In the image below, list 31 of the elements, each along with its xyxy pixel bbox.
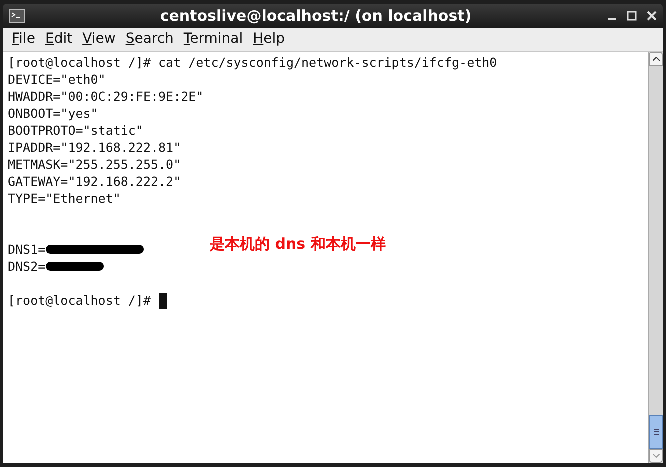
caret-up-icon bbox=[652, 57, 660, 61]
menu-item[interactable]: Terminal bbox=[178, 29, 248, 50]
terminal-line: [root@localhost /]# cat /etc/sysconfig/network-scripts/ifcfg-eth0 bbox=[8, 54, 498, 71]
terminal-line: DNS1= bbox=[8, 241, 46, 258]
menu-item[interactable]: View bbox=[78, 29, 121, 50]
terminal-line: BOOTPROTO="static" bbox=[8, 122, 144, 139]
shell-prompt: [root@localhost /]# bbox=[8, 292, 151, 309]
terminal-line: DEVICE="eth0" bbox=[8, 71, 106, 88]
scroll-up-button[interactable] bbox=[649, 52, 663, 66]
terminal-icon bbox=[9, 9, 25, 23]
grip-icon bbox=[654, 429, 658, 435]
terminal-line: DNS2= bbox=[8, 258, 46, 275]
terminal-line: IPADDR="192.168.222.81" bbox=[8, 139, 182, 156]
terminal-line: GATEWAY="192.168.222.2" bbox=[8, 173, 182, 190]
scrollbar[interactable] bbox=[648, 52, 663, 463]
terminal-line: HWADDR="00:0C:29:FE:9E:2E" bbox=[8, 88, 204, 105]
menu-item[interactable]: Search bbox=[120, 29, 179, 50]
menu-item[interactable]: Help bbox=[248, 29, 290, 50]
maximize-icon[interactable] bbox=[627, 11, 637, 21]
scroll-down-button[interactable] bbox=[649, 449, 663, 463]
redaction-mark bbox=[46, 262, 104, 271]
menu-item[interactable]: File bbox=[7, 29, 40, 50]
terminal-line: TYPE="Ethernet" bbox=[8, 190, 121, 207]
scroll-thumb[interactable] bbox=[649, 415, 663, 449]
annotation-text: 是本机的 dns 和本机一样 bbox=[210, 234, 386, 255]
caret-down-icon bbox=[652, 454, 660, 458]
terminal-line: METMASK="255.255.255.0" bbox=[8, 156, 182, 173]
window-title: centoslive@localhost:/ (on localhost) bbox=[159, 6, 473, 27]
menu-item[interactable]: Edit bbox=[40, 29, 78, 50]
close-icon[interactable] bbox=[647, 11, 657, 21]
terminal-line: ONBOOT="yes" bbox=[8, 105, 98, 122]
